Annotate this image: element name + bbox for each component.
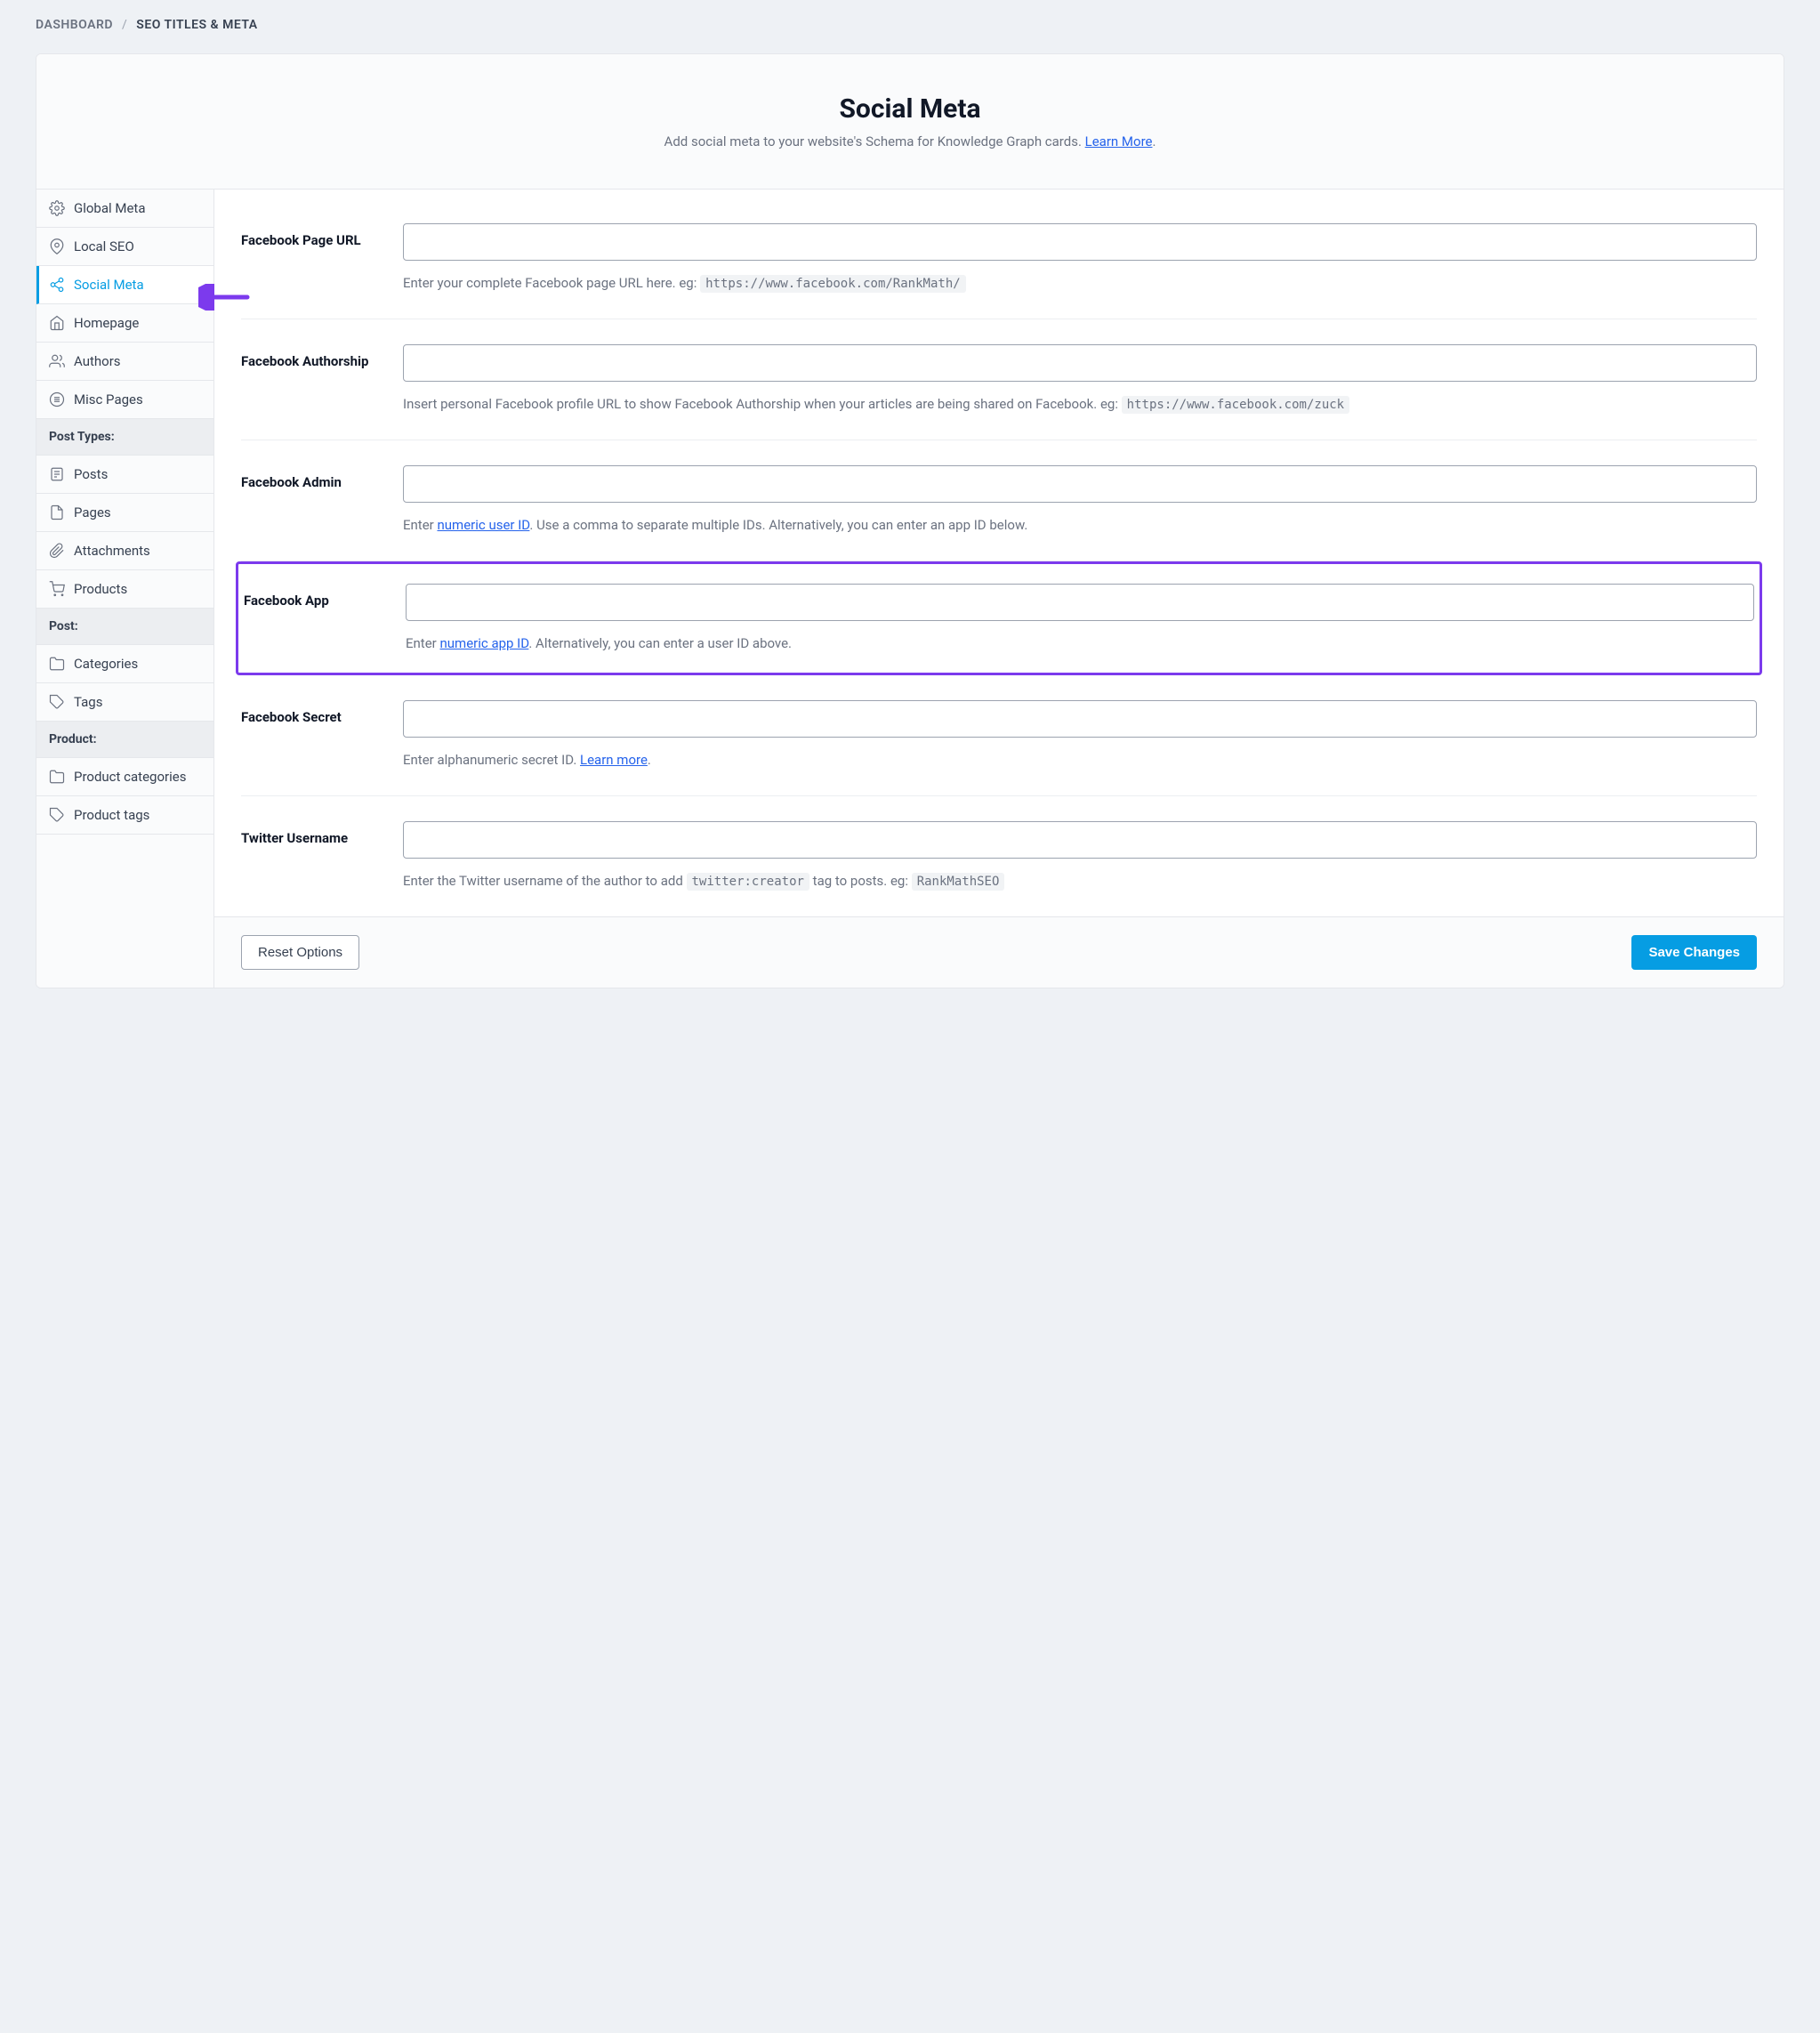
post-icon [49, 466, 65, 482]
page-title: Social Meta [54, 93, 1766, 125]
sidebar-item-attachments[interactable]: Attachments [36, 532, 213, 570]
field-row-fb-secret: Facebook Secret Enter alphanumeric secre… [241, 675, 1757, 796]
numeric-user-id-link[interactable]: numeric user ID [437, 517, 529, 533]
breadcrumb-current: SEO TITLES & META [136, 18, 257, 32]
sidebar-item-misc-pages[interactable]: Misc Pages [36, 381, 213, 419]
save-changes-button[interactable]: Save Changes [1631, 935, 1757, 970]
tag-icon [49, 807, 65, 823]
learn-more-secret-link[interactable]: Learn more [580, 752, 648, 768]
page-icon [49, 504, 65, 520]
field-label: Facebook Authorship [241, 344, 403, 415]
field-help: Enter numeric app ID. Alternatively, you… [406, 633, 1754, 654]
tag-icon [49, 694, 65, 710]
sidebar-heading-product: Product: [36, 722, 213, 758]
field-label: Facebook Secret [241, 700, 403, 770]
field-label: Facebook App [244, 584, 406, 654]
sidebar-item-social-meta[interactable]: Social Meta [36, 266, 213, 304]
field-row-fb-admin: Facebook Admin Enter numeric user ID. Us… [241, 440, 1757, 561]
sidebar-item-label: Authors [74, 353, 121, 369]
twitter-username-input[interactable] [403, 821, 1757, 859]
field-label: Facebook Admin [241, 465, 403, 536]
sidebar-item-label: Social Meta [74, 277, 144, 293]
folder-icon [49, 656, 65, 672]
fb-authorship-input[interactable] [403, 344, 1757, 382]
paperclip-icon [49, 543, 65, 559]
field-label: Facebook Page URL [241, 223, 403, 294]
map-pin-icon [49, 238, 65, 254]
sidebar-item-label: Attachments [74, 543, 150, 559]
fb-admin-input[interactable] [403, 465, 1757, 503]
sidebar-item-label: Product categories [74, 769, 186, 785]
field-row-twitter: Twitter Username Enter the Twitter usern… [241, 796, 1757, 916]
sidebar-item-label: Misc Pages [74, 391, 143, 407]
gear-icon [49, 200, 65, 216]
sidebar-item-products[interactable]: Products [36, 570, 213, 609]
sidebar-item-label: Local SEO [74, 238, 134, 254]
sidebar-heading-post-types: Post Types: [36, 419, 213, 456]
share-icon [49, 277, 65, 293]
cart-icon [49, 581, 65, 597]
sidebar-item-label: Categories [74, 656, 138, 672]
sidebar-item-label: Products [74, 581, 127, 597]
sidebar-item-label: Pages [74, 504, 111, 520]
breadcrumb-sep: / [122, 18, 127, 32]
footer-actions: Reset Options Save Changes [214, 916, 1784, 988]
learn-more-link[interactable]: Learn More [1085, 133, 1153, 149]
page-description: Add social meta to your website's Schema… [54, 133, 1766, 149]
sidebar-item-categories[interactable]: Categories [36, 645, 213, 683]
sidebar: Global Meta Local SEO Social Meta Homepa… [36, 190, 214, 988]
sidebar-item-label: Posts [74, 466, 108, 482]
sidebar-item-pages[interactable]: Pages [36, 494, 213, 532]
folder-icon [49, 769, 65, 785]
field-row-fb-author: Facebook Authorship Insert personal Face… [241, 319, 1757, 440]
sidebar-heading-post: Post: [36, 609, 213, 645]
field-help: Enter the Twitter username of the author… [403, 871, 1757, 891]
sidebar-item-label: Product tags [74, 807, 149, 823]
sidebar-item-authors[interactable]: Authors [36, 343, 213, 381]
field-help: Insert personal Facebook profile URL to … [403, 394, 1757, 415]
sidebar-item-label: Global Meta [74, 200, 146, 216]
field-row-fb-page: Facebook Page URL Enter your complete Fa… [241, 198, 1757, 319]
home-icon [49, 315, 65, 331]
panel-header: Social Meta Add social meta to your webs… [36, 54, 1784, 190]
settings-panel: Social Meta Add social meta to your webs… [36, 53, 1784, 988]
field-label: Twitter Username [241, 821, 403, 891]
fb-app-input[interactable] [406, 584, 1754, 621]
sidebar-item-product-categories[interactable]: Product categories [36, 758, 213, 796]
sidebar-item-local-seo[interactable]: Local SEO [36, 228, 213, 266]
field-row-fb-app: Facebook App Enter numeric app ID. Alter… [236, 561, 1762, 676]
breadcrumb-root[interactable]: DASHBOARD [36, 18, 113, 32]
content-area: Facebook Page URL Enter your complete Fa… [214, 190, 1784, 988]
reset-options-button[interactable]: Reset Options [241, 935, 359, 970]
sidebar-item-global-meta[interactable]: Global Meta [36, 190, 213, 228]
fb-secret-input[interactable] [403, 700, 1757, 738]
fb-page-url-input[interactable] [403, 223, 1757, 261]
field-help: Enter numeric user ID. Use a comma to se… [403, 515, 1757, 536]
field-help: Enter alphanumeric secret ID. Learn more… [403, 750, 1757, 770]
users-icon [49, 353, 65, 369]
breadcrumb: DASHBOARD / SEO TITLES & META [36, 18, 1784, 32]
field-help: Enter your complete Facebook page URL he… [403, 273, 1757, 294]
sidebar-item-tags[interactable]: Tags [36, 683, 213, 722]
sidebar-item-label: Tags [74, 694, 102, 710]
sidebar-item-posts[interactable]: Posts [36, 456, 213, 494]
list-icon [49, 391, 65, 407]
sidebar-item-homepage[interactable]: Homepage [36, 304, 213, 343]
sidebar-item-product-tags[interactable]: Product tags [36, 796, 213, 835]
panel-body: Global Meta Local SEO Social Meta Homepa… [36, 190, 1784, 988]
sidebar-item-label: Homepage [74, 315, 139, 331]
numeric-app-id-link[interactable]: numeric app ID [439, 635, 528, 651]
